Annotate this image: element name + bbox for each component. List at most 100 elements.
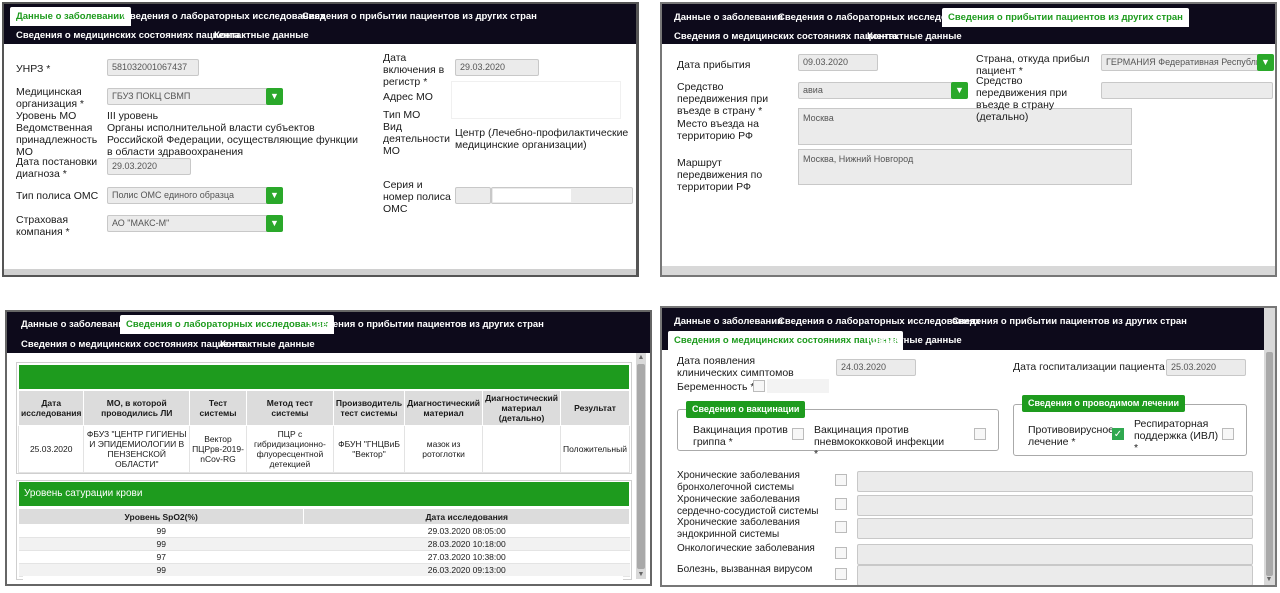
route-label: Маршрут передвижения по территории РФ <box>677 157 763 193</box>
tab-arrival[interactable]: Сведения о прибытии пациентов из других … <box>296 7 543 26</box>
chevron-down-icon[interactable]: ▼ <box>266 187 283 204</box>
tab-arrival[interactable]: Сведения о прибытии пациентов из других … <box>303 315 550 334</box>
table-cell: 97 <box>18 550 304 564</box>
table-row[interactable]: 25.03.2020 ФБУЗ "ЦЕНТР ГИГИЕНЫ И ЭПИДЕМИО… <box>17 425 630 473</box>
chronic-detail-field[interactable] <box>857 471 1253 492</box>
table-cell: 29.03.2020 08:05:00 <box>303 524 630 538</box>
table-row[interactable]: 99 26.03.2020 09:13:00 <box>18 563 630 577</box>
treatment-title: Сведения о проводимом лечении <box>1022 395 1186 412</box>
column-header: Тест системы <box>189 390 247 426</box>
type-label: Тип МО <box>383 109 421 121</box>
chronic-detail-field[interactable] <box>857 518 1253 539</box>
activity-label: Вид деятельности МО <box>383 121 450 157</box>
chronic-checkbox[interactable] <box>835 474 847 486</box>
tab-disease[interactable]: Данные о заболевании <box>668 8 789 27</box>
tab-arrival[interactable]: Сведения о прибытии пациентов из других … <box>946 312 1193 331</box>
chronic-detail-field[interactable] <box>857 565 1253 585</box>
flu-label: Вакцинация против гриппа * <box>693 424 788 448</box>
transport-select[interactable]: авиа <box>798 82 953 99</box>
tab-arrival[interactable]: Сведения о прибытии пациентов из других … <box>942 8 1189 27</box>
dept-value: Органы исполнительной власти субъектов Р… <box>107 122 358 158</box>
chevron-down-icon[interactable]: ▼ <box>1257 54 1274 71</box>
entry-place-label: Место въезда на территорию РФ <box>677 118 759 142</box>
table-cell: 27.03.2020 10:38:00 <box>303 550 630 564</box>
unrz-field[interactable]: 581032001067437 <box>107 59 199 76</box>
country-select[interactable]: ГЕРМАНИЯ Федеративная Республика Ге <box>1101 54 1259 71</box>
pneumo-label: Вакцинация против пневмококковой инфекци… <box>814 424 945 460</box>
chronic-detail-field[interactable] <box>857 495 1253 516</box>
transport-detail-field[interactable] <box>1101 82 1273 99</box>
tab-disease[interactable]: Данные о заболевании <box>668 312 789 331</box>
scroll-down-icon[interactable]: ▼ <box>1264 576 1274 583</box>
diag-date-field[interactable]: 29.03.2020 <box>107 158 191 175</box>
hosp-date-field[interactable]: 25.03.2020 <box>1166 359 1246 376</box>
table-cell: Положительный <box>560 425 630 473</box>
diag-date-label: Дата постановки диагноза * <box>16 156 98 180</box>
scroll-up-icon[interactable]: ▲ <box>636 354 646 361</box>
table-cell: ФБУЗ "ЦЕНТР ГИГИЕНЫ И ЭПИДЕМИОЛОГИИ В ПЕ… <box>83 425 191 473</box>
tab-disease[interactable]: Данные о заболевании <box>10 7 131 26</box>
scrollbar-thumb[interactable] <box>1266 352 1273 576</box>
pregnancy-checkbox[interactable] <box>753 380 765 392</box>
level-label: Уровень МО <box>16 110 77 122</box>
lab-results-table: Дата исследования МО, в которой проводили… <box>17 390 630 473</box>
tab-contacts[interactable]: Контактные данные <box>214 335 321 354</box>
flu-checkbox[interactable] <box>792 428 804 440</box>
med-org-select[interactable]: ГБУЗ ПОКЦ СВМП <box>107 88 269 105</box>
lab-panel: Данные о заболевании Сведения о лаборато… <box>5 310 652 586</box>
scrollbar-thumb[interactable] <box>637 364 645 569</box>
table-cell: 25.03.2020 <box>17 425 85 473</box>
table-cell: 26.03.2020 09:13:00 <box>303 563 630 577</box>
chronic-detail-field[interactable] <box>857 544 1253 565</box>
table-row[interactable]: 99 29.03.2020 08:05:00 <box>18 524 630 538</box>
chronic-checkbox[interactable] <box>835 568 847 580</box>
country-label: Страна, откуда прибыл пациент * <box>976 53 1090 77</box>
level-value: III уровень <box>107 110 159 122</box>
policy-series-field[interactable] <box>455 187 491 204</box>
policy-type-select[interactable]: Полис ОМС единого образца <box>107 187 269 204</box>
pneumo-checkbox[interactable] <box>974 428 986 440</box>
route-field[interactable]: Москва, Нижний Новгород <box>798 149 1132 185</box>
ivl-label: Респираторная поддержка (ИВЛ) * <box>1134 418 1219 454</box>
chevron-down-icon[interactable]: ▼ <box>266 215 283 232</box>
antiviral-label: Противовирусное лечение * <box>1028 424 1114 448</box>
scroll-down-icon[interactable]: ▼ <box>636 571 646 578</box>
chronic-checkbox[interactable] <box>835 498 847 510</box>
tab-disease[interactable]: Данные о заболевании <box>15 315 136 334</box>
address-field[interactable] <box>451 81 621 119</box>
tab-contacts[interactable]: Контактные данные <box>861 331 968 350</box>
pregnancy-detail <box>767 379 829 393</box>
horizontal-scrollbar[interactable] <box>4 269 636 275</box>
table-cell: 99 <box>18 563 304 577</box>
ivl-checkbox[interactable] <box>1222 428 1234 440</box>
vaccination-title: Сведения о вакцинации <box>686 401 806 418</box>
nav-bar: Данные о заболевании Сведения о лаборато… <box>662 4 1275 44</box>
transport-label: Средство передвижения при въезде в стран… <box>677 81 769 117</box>
chronic-label: Болезнь, вызванная вирусом <box>677 564 813 575</box>
column-header: Уровень SpO2(%) <box>17 508 305 525</box>
chronic-checkbox[interactable] <box>835 521 847 533</box>
table-cell: 99 <box>18 537 304 551</box>
table-row[interactable]: 97 27.03.2020 10:38:00 <box>18 550 630 564</box>
chevron-down-icon[interactable]: ▼ <box>951 82 968 99</box>
table-row[interactable]: 99 28.03.2020 10:18:00 <box>18 537 630 551</box>
disease-data-panel: Данные о заболевании Сведения о лаборато… <box>2 2 639 277</box>
chronic-label: Онкологические заболевания <box>677 543 815 554</box>
symptoms-date-field[interactable]: 24.03.2020 <box>836 359 916 376</box>
column-header: Дата исследования <box>17 390 85 426</box>
chronic-checkbox[interactable] <box>835 547 847 559</box>
tab-contacts[interactable]: Контактные данные <box>208 26 315 45</box>
insurer-select[interactable]: АО "МАКС-М" <box>107 215 269 232</box>
tab-contacts[interactable]: Контактные данные <box>861 27 968 46</box>
reg-date-field[interactable]: 29.03.2020 <box>455 59 539 76</box>
pregnancy-label: Беременность * <box>677 381 755 393</box>
horizontal-scrollbar[interactable] <box>662 266 1275 275</box>
antiviral-checkbox[interactable]: ✓ <box>1112 428 1124 440</box>
arrival-panel: Данные о заболевании Сведения о лаборато… <box>660 2 1277 277</box>
column-header: Метод тест системы <box>245 390 334 426</box>
medical-conditions-panel: Данные о заболевании Сведения о лаборато… <box>660 306 1277 587</box>
arrival-date-field[interactable]: 09.03.2020 <box>798 54 878 71</box>
cut-row <box>23 576 623 582</box>
chevron-down-icon[interactable]: ▼ <box>266 88 283 105</box>
address-label: Адрес МО <box>383 91 433 103</box>
